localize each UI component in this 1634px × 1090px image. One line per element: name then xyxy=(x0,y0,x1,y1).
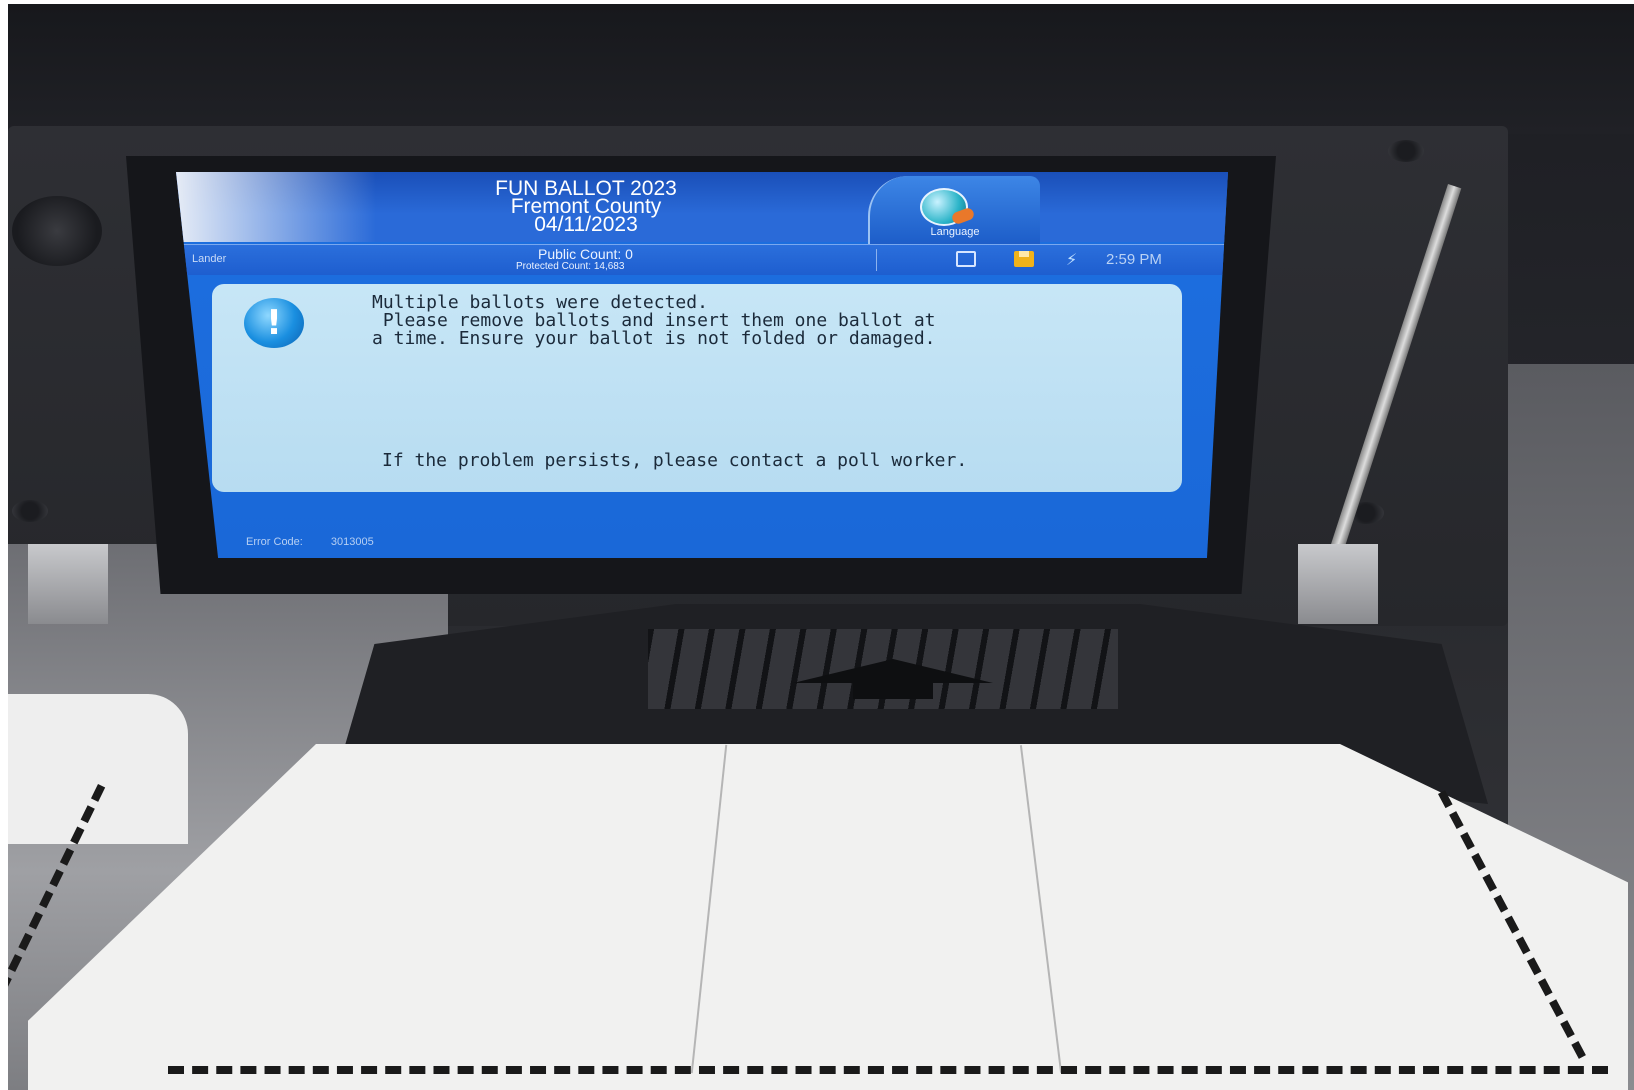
exclamation-icon: ! xyxy=(244,298,304,348)
hinge xyxy=(1298,544,1378,624)
error-code-value: 3013005 xyxy=(330,536,374,548)
speaker-grille xyxy=(12,196,102,266)
protected-count: Protected Count: 14,683 xyxy=(516,261,625,272)
photo: FUN BALLOT 2023 Fremont County 04/11/202… xyxy=(8,4,1634,1090)
hinge xyxy=(28,544,108,624)
election-title: FUN BALLOT 2023 Fremont County 04/11/202… xyxy=(446,178,726,236)
save-icon xyxy=(1014,251,1034,267)
header-bar: FUN BALLOT 2023 Fremont County 04/11/202… xyxy=(176,172,1228,246)
language-label: Language xyxy=(930,226,980,238)
tabulator-screen: FUN BALLOT 2023 Fremont County 04/11/202… xyxy=(176,172,1228,558)
clock: 2:59 PM xyxy=(1106,251,1162,268)
back-wall xyxy=(8,4,1634,134)
left-paper xyxy=(8,694,188,844)
power-icon: ⚡ xyxy=(1066,250,1078,269)
ballot-paper xyxy=(28,744,1628,1090)
status-bar: Lander Public Count: 0 Protected Count: … xyxy=(176,244,1228,275)
error-message-box: ! Multiple ballots were detected. Please… xyxy=(212,284,1182,492)
public-count: Public Count: 0 xyxy=(538,246,633,262)
timing-marks xyxy=(168,1066,1608,1080)
bezel-screw xyxy=(12,500,48,522)
status-divider xyxy=(876,249,877,271)
error-message: Multiple ballots were detected. Please r… xyxy=(372,292,936,349)
error-footer: If the problem persists, please contact … xyxy=(382,450,968,471)
error-code: Error Code: 3013005 xyxy=(246,536,374,548)
language-button[interactable]: Language xyxy=(868,176,1040,246)
error-code-label: Error Code: xyxy=(246,536,303,548)
language-icon xyxy=(920,188,968,226)
print-icon xyxy=(956,251,976,267)
location-label: Lander xyxy=(192,253,227,265)
count-display: Public Count: 0 Protected Count: 14,683 xyxy=(516,247,756,273)
header-glow xyxy=(176,172,376,242)
bezel-screw xyxy=(1388,140,1424,162)
election-date: 04/11/2023 xyxy=(534,213,638,236)
